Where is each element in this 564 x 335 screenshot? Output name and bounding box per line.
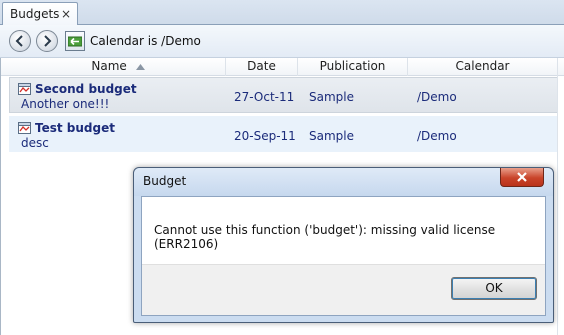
dialog-title: Budget — [143, 174, 187, 188]
grid-column-divider — [557, 58, 558, 335]
dialog-close-button[interactable] — [500, 168, 544, 187]
table-row[interactable]: Second budget Another one!!! 27-Oct-11 S… — [9, 77, 558, 113]
grid-header: Name Date Publication Calendar — [1, 58, 564, 76]
row-date: 20-Sep-11 — [234, 129, 296, 143]
row-date: 27-Oct-11 — [234, 90, 295, 104]
column-header-publication[interactable]: Publication — [298, 58, 408, 76]
ok-button[interactable]: OK — [451, 277, 537, 300]
column-header-label: Date — [247, 59, 276, 73]
dialog-message: Cannot use this function ('budget'): mis… — [154, 223, 496, 251]
arrow-left-icon — [15, 35, 23, 47]
dialog-titlebar[interactable]: Budget — [134, 168, 553, 196]
column-header-name[interactable]: Name — [11, 58, 226, 76]
row-description: desc — [21, 136, 49, 150]
column-header-calendar[interactable]: Calendar — [408, 58, 558, 76]
budget-document-icon — [18, 83, 31, 95]
column-header-label: Publication — [319, 59, 386, 73]
row-calendar: /Demo — [417, 90, 457, 104]
sort-ascending-icon — [135, 63, 145, 70]
close-icon — [517, 172, 527, 182]
row-title: Test budget — [35, 121, 115, 135]
column-header-label: Calendar — [455, 59, 510, 73]
column-header-date[interactable]: Date — [226, 58, 298, 76]
row-title: Second budget — [35, 82, 137, 96]
dialog-footer: OK — [142, 264, 545, 315]
column-header-label: Name — [91, 59, 127, 73]
tab-budgets[interactable]: Budgets × — [2, 2, 78, 26]
forward-button[interactable] — [36, 30, 58, 52]
row-publication: Sample — [309, 129, 354, 143]
tab-close-icon[interactable]: × — [61, 3, 71, 25]
tab-label: Budgets — [10, 7, 60, 21]
back-button[interactable] — [9, 30, 31, 52]
license-error-dialog: Budget Cannot use this function ('budget… — [133, 167, 554, 323]
row-calendar: /Demo — [417, 129, 457, 143]
up-folder-button[interactable] — [65, 31, 85, 51]
dialog-body: Cannot use this function ('budget'): mis… — [141, 196, 546, 316]
row-description: Another one!!! — [21, 97, 110, 111]
budget-document-icon — [18, 122, 31, 134]
breadcrumb: Calendar is /Demo — [90, 34, 201, 48]
table-row[interactable]: Test budget desc 20-Sep-11 Sample /Demo — [9, 116, 558, 152]
row-publication: Sample — [309, 90, 354, 104]
navigation-toolbar: Calendar is /Demo — [0, 25, 564, 58]
arrow-right-icon — [44, 35, 52, 47]
tab-strip: Budgets × — [0, 0, 564, 26]
folder-up-icon — [68, 36, 82, 47]
